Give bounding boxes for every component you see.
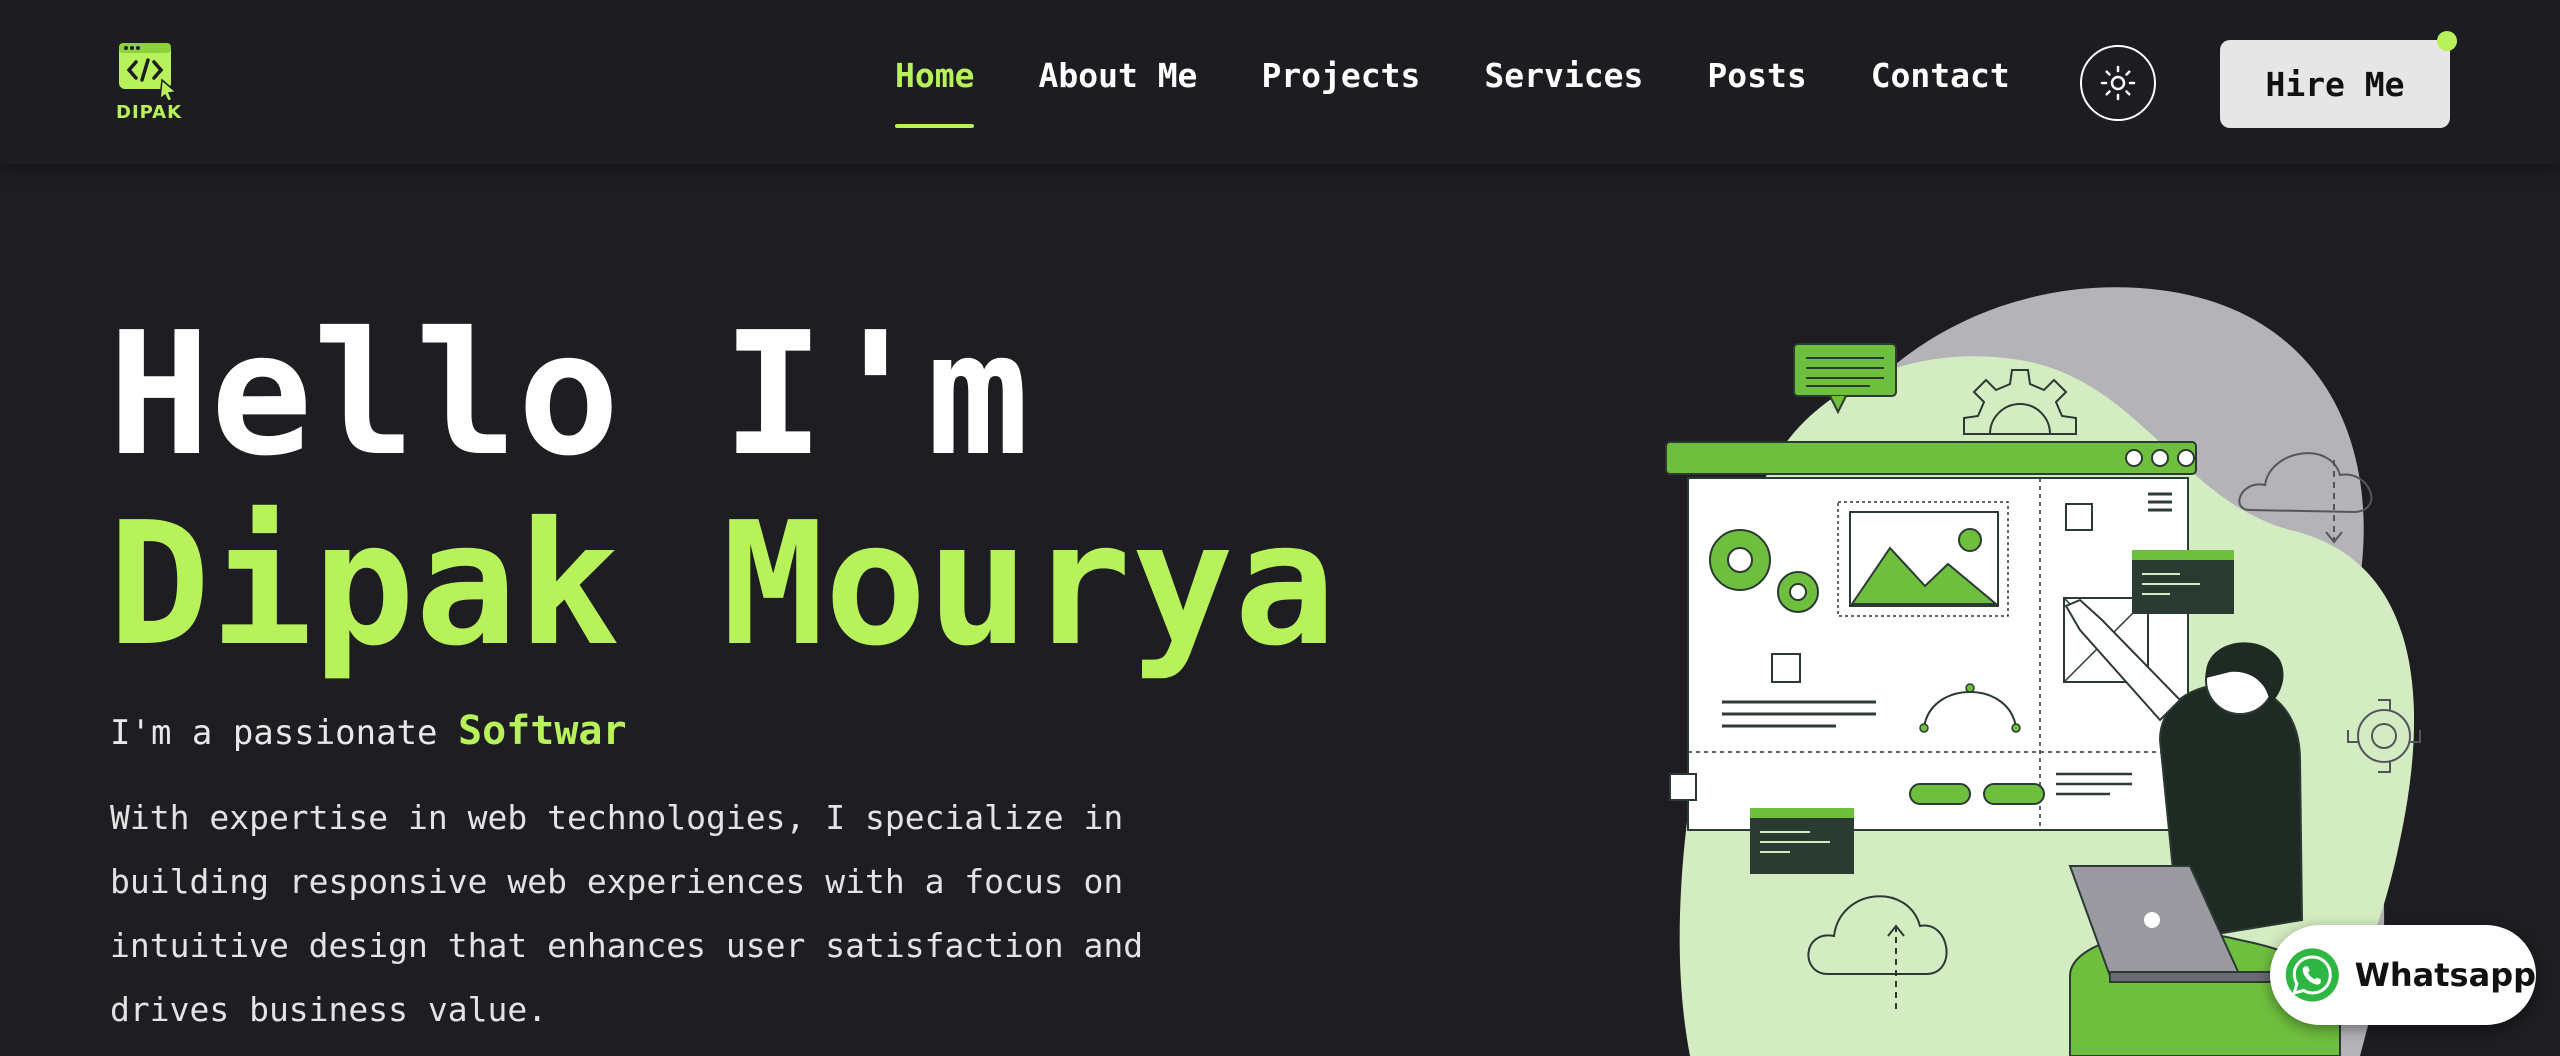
sun-icon [2100,65,2136,101]
nav-posts[interactable]: Posts [1707,56,1806,116]
site-header: DIPAK Home About Me Projects Services Po… [0,0,2560,164]
hero-greeting: Hello I'm [108,296,1030,494]
nav-projects[interactable]: Projects [1261,56,1420,116]
hero-tagline: I'm a passionate Softwar [110,708,627,754]
tagline-prefix: I'm a passionate [110,713,438,753]
nav-services[interactable]: Services [1484,56,1643,116]
hero-name: Dipak Mourya [108,486,1337,684]
hire-me-button[interactable]: Hire Me [2220,40,2450,128]
nav-home[interactable]: Home [895,56,975,128]
whatsapp-button[interactable]: Whatsapp [2270,925,2536,1025]
logo-text: DIPAK [116,102,183,123]
whatsapp-label: Whatsapp [2354,956,2536,994]
nav-about-me[interactable]: About Me [1038,56,1197,116]
tagline-role: Softwar [458,708,627,754]
whatsapp-icon [2285,948,2339,1002]
main-nav: Home About Me Projects Services Posts Co… [895,56,2010,128]
theme-toggle-button[interactable] [2080,45,2156,121]
nav-contact[interactable]: Contact [1871,56,2010,116]
code-window-icon [119,43,178,102]
hero-description: With expertise in web technologies, I sp… [110,798,1144,1029]
notification-dot [2437,31,2457,51]
brand-logo[interactable]: DIPAK [116,40,183,124]
